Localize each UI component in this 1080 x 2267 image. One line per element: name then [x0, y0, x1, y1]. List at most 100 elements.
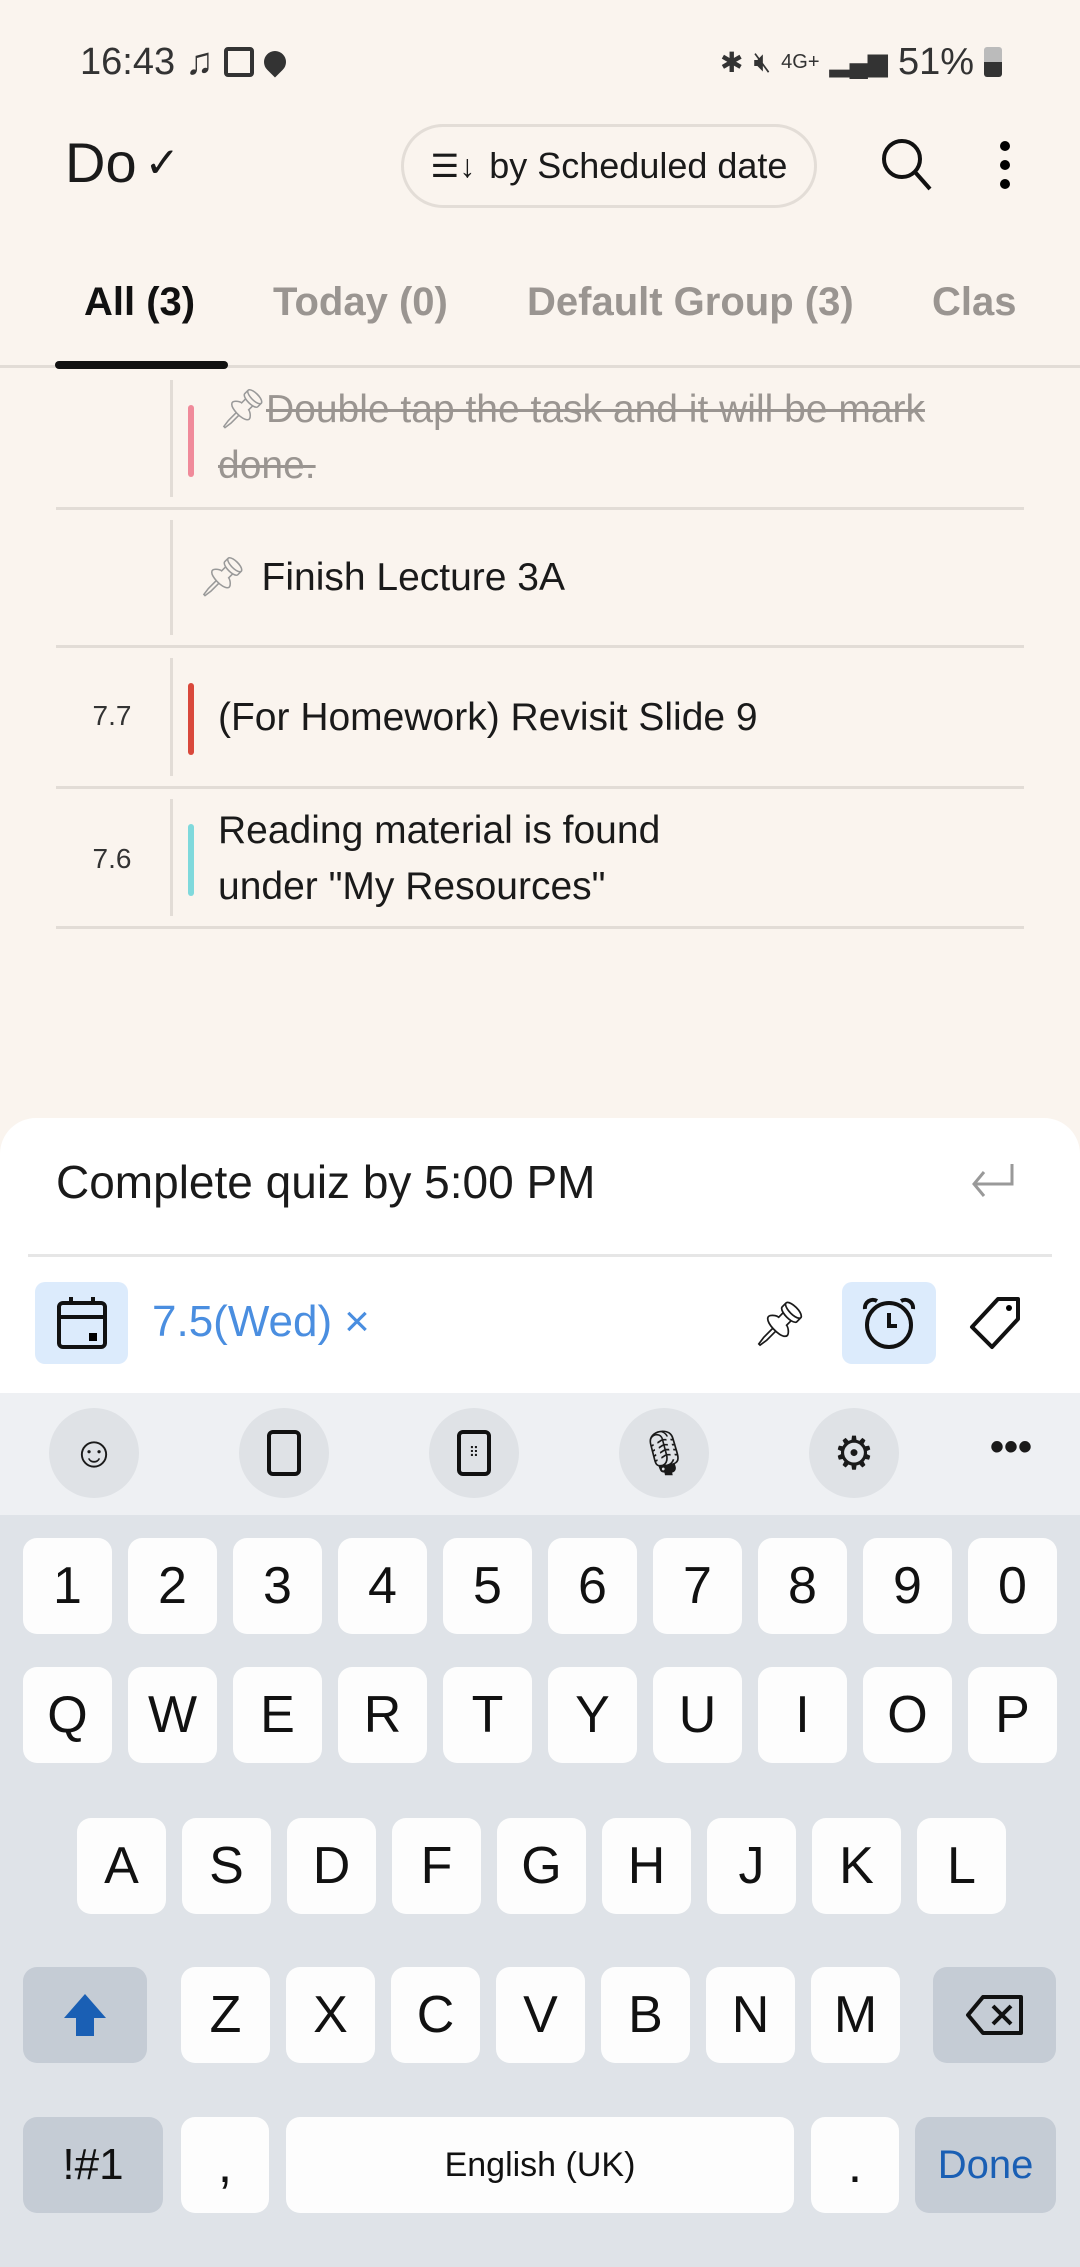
tab-default-group[interactable]: Default Group (3): [527, 280, 854, 325]
remove-date-icon[interactable]: ×: [344, 1297, 370, 1347]
key-h[interactable]: H: [602, 1818, 691, 1914]
key-q[interactable]: Q: [23, 1667, 112, 1763]
task-row[interactable]: 7.6 Reading material is found under "My …: [56, 789, 1024, 929]
calendar-button[interactable]: [35, 1282, 128, 1364]
more-icon[interactable]: •••: [990, 1425, 1032, 1470]
battery-icon: [984, 47, 1002, 77]
key-o[interactable]: O: [863, 1667, 952, 1763]
keypad-icon[interactable]: ⠿: [429, 1408, 519, 1498]
pin-icon[interactable]: 📌︎: [752, 1298, 808, 1350]
key-b[interactable]: B: [601, 1967, 690, 2063]
key-m[interactable]: M: [811, 1967, 900, 2063]
tag-icon[interactable]: [968, 1295, 1024, 1356]
pin-icon: 📌︎: [218, 388, 268, 431]
task-input[interactable]: Complete quiz by 5:00 PM: [56, 1155, 596, 1209]
keyboard-toolbar: [0, 1393, 1080, 1515]
key-n[interactable]: N: [706, 1967, 795, 2063]
key-u[interactable]: U: [653, 1667, 742, 1763]
key-k[interactable]: K: [812, 1818, 901, 1914]
clipboard-icon[interactable]: [239, 1408, 329, 1498]
task-row[interactable]: 📌︎ Finish Lecture 3A: [56, 510, 1024, 648]
task-title: Double tap the task and it will be mark …: [218, 388, 926, 487]
reminder-button[interactable]: [842, 1282, 936, 1364]
tab-all[interactable]: All (3): [84, 280, 195, 325]
key-j[interactable]: J: [707, 1818, 796, 1914]
enter-icon[interactable]: [968, 1160, 1018, 1209]
divider: [170, 380, 173, 497]
search-icon[interactable]: [878, 135, 934, 191]
sort-button[interactable]: ☰↓ by Scheduled date: [401, 124, 817, 208]
key-8[interactable]: 8: [758, 1538, 847, 1634]
task-title: Reading material is found under "My Reso…: [218, 809, 661, 908]
key-x[interactable]: X: [286, 1967, 375, 2063]
emoji-icon[interactable]: ☺: [49, 1408, 139, 1498]
image-icon: [223, 47, 254, 77]
app-logo: Do ✓: [65, 130, 180, 195]
settings-icon[interactable]: ⚙: [809, 1408, 899, 1498]
shift-key[interactable]: [23, 1967, 147, 2063]
key-v[interactable]: V: [496, 1967, 585, 2063]
location-icon: [259, 46, 291, 78]
network-label: 4G+: [781, 50, 820, 73]
key-i[interactable]: I: [758, 1667, 847, 1763]
date-chip[interactable]: 7.5(Wed) ×: [152, 1297, 370, 1347]
key-z[interactable]: Z: [181, 1967, 270, 2063]
period-key[interactable]: .: [811, 2117, 899, 2213]
divider: [28, 1254, 1052, 1257]
tab-today[interactable]: Today (0): [273, 280, 448, 325]
battery-text: 51%: [897, 40, 974, 83]
task-date: 7.7: [92, 700, 132, 731]
key-d[interactable]: D: [287, 1818, 376, 1914]
more-options-icon[interactable]: [997, 140, 1013, 195]
task-text: 📌︎ Double tap the task and it will be ma…: [218, 382, 1014, 494]
priority-bar: [188, 405, 194, 477]
backspace-icon: [965, 1995, 1023, 2035]
task-date: 7.6: [92, 843, 132, 874]
status-bar-right: ✱ 🔇︎ 4G+ ▂▄▆ 51%: [720, 36, 1002, 88]
key-c[interactable]: C: [391, 1967, 480, 2063]
key-y[interactable]: Y: [548, 1667, 637, 1763]
key-2[interactable]: 2: [128, 1538, 217, 1634]
task-row[interactable]: 📌︎ Double tap the task and it will be ma…: [56, 370, 1024, 510]
backspace-key[interactable]: [933, 1967, 1056, 2063]
key-0[interactable]: 0: [968, 1538, 1057, 1634]
task-title: (For Homework) Revisit Slide 9: [218, 696, 758, 739]
key-s[interactable]: S: [182, 1818, 271, 1914]
active-tab-indicator: [55, 361, 228, 369]
key-w[interactable]: W: [128, 1667, 217, 1763]
music-icon: ♫: [185, 40, 214, 83]
divider: [170, 520, 173, 635]
task-row[interactable]: 7.7 (For Homework) Revisit Slide 9: [56, 648, 1024, 789]
done-key[interactable]: Done: [915, 2117, 1056, 2213]
key-7[interactable]: 7: [653, 1538, 742, 1634]
tab-class[interactable]: Clas: [932, 280, 1017, 325]
key-e[interactable]: E: [233, 1667, 322, 1763]
comma-key[interactable]: ,: [181, 2117, 269, 2213]
key-g[interactable]: G: [497, 1818, 586, 1914]
space-key[interactable]: English (UK): [286, 2117, 794, 2213]
key-1[interactable]: 1: [23, 1538, 112, 1634]
date-chip-label: 7.5(Wed): [152, 1297, 333, 1346]
key-a[interactable]: A: [77, 1818, 166, 1914]
microphone-icon[interactable]: 🎙︎: [619, 1408, 709, 1498]
key-l[interactable]: L: [917, 1818, 1006, 1914]
key-3[interactable]: 3: [233, 1538, 322, 1634]
shift-icon: [64, 1994, 106, 2036]
tab-bar: All (3) Today (0) Default Group (3) Clas: [0, 270, 1080, 368]
key-5[interactable]: 5: [443, 1538, 532, 1634]
signal-icon: ▂▄▆: [829, 46, 888, 77]
task-text: 📌︎ Finish Lecture 3A: [198, 550, 1014, 606]
key-4[interactable]: 4: [338, 1538, 427, 1634]
priority-bar: [188, 824, 194, 896]
symbols-key[interactable]: !#1: [23, 2117, 163, 2213]
key-f[interactable]: F: [392, 1818, 481, 1914]
task-title: Finish Lecture 3A: [261, 556, 566, 599]
key-t[interactable]: T: [443, 1667, 532, 1763]
key-6[interactable]: 6: [548, 1538, 637, 1634]
priority-bar: [188, 683, 194, 755]
key-9[interactable]: 9: [863, 1538, 952, 1634]
sort-label: by Scheduled date: [489, 145, 788, 186]
key-r[interactable]: R: [338, 1667, 427, 1763]
key-p[interactable]: P: [968, 1667, 1057, 1763]
logo-text: Do: [65, 131, 137, 194]
